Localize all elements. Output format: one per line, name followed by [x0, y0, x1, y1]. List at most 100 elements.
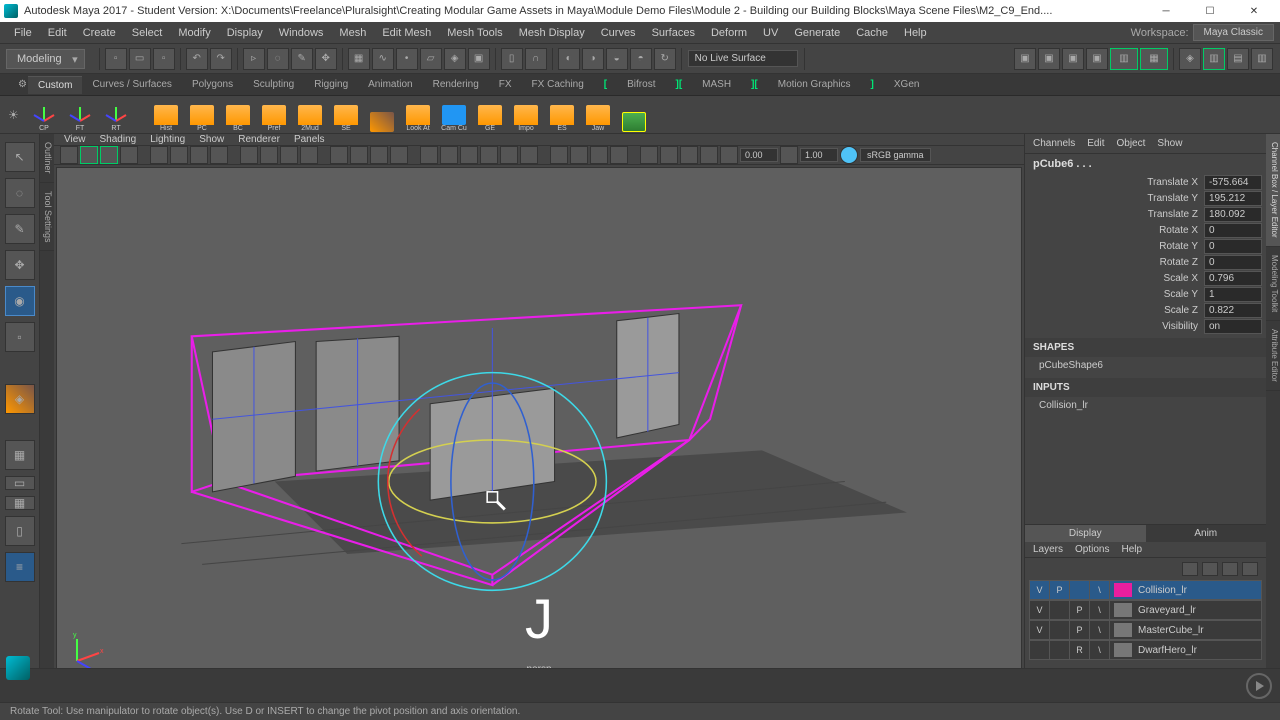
select-tool[interactable]: ↖	[5, 142, 35, 172]
shelf-item[interactable]: Hist	[149, 98, 183, 132]
shelf-tab-custom[interactable]: Custom	[28, 76, 82, 94]
lasso-icon[interactable]: ◌	[267, 48, 289, 70]
vp-menu-panels[interactable]: Panels	[294, 134, 325, 145]
paint-tool[interactable]: ✎	[5, 214, 35, 244]
vp-tool-icon[interactable]	[280, 146, 298, 164]
menu-file[interactable]: File	[6, 24, 40, 42]
shelf-item[interactable]	[617, 98, 651, 132]
vp-tool-icon[interactable]	[190, 146, 208, 164]
layer-move-down-icon[interactable]	[1202, 562, 1218, 576]
save-scene-icon[interactable]: ▫	[153, 48, 175, 70]
shelf-tab-curves[interactable]: Curves / Surfaces	[82, 76, 181, 93]
vp-tool-icon[interactable]	[100, 146, 118, 164]
magnet-icon[interactable]: ∩	[525, 48, 547, 70]
minimize-button[interactable]: ─	[1144, 0, 1188, 22]
outliner-tab[interactable]: Outliner	[40, 134, 54, 183]
shelf-tab-fx[interactable]: FX	[489, 76, 522, 93]
sym-y-icon[interactable]: ◑	[582, 48, 604, 70]
input-name[interactable]: Collision_lr	[1025, 397, 1266, 414]
vp-tool-icon[interactable]	[460, 146, 478, 164]
layout-four-icon[interactable]: ▦	[5, 496, 35, 510]
toolkit-icon[interactable]: ▥	[1203, 48, 1225, 70]
menu-cache[interactable]: Cache	[848, 24, 896, 42]
vp-tool-icon[interactable]	[610, 146, 628, 164]
shelf-item[interactable]: ES	[545, 98, 579, 132]
menu-edit[interactable]: Edit	[40, 24, 75, 42]
live-surface-field[interactable]: No Live Surface	[688, 50, 798, 67]
view-cube-icon[interactable]: ▦	[5, 440, 35, 470]
menu-mesh[interactable]: Mesh	[331, 24, 374, 42]
account-icon[interactable]: ◈	[1179, 48, 1201, 70]
menu-deform[interactable]: Deform	[703, 24, 755, 42]
vp-menu-lighting[interactable]: Lighting	[150, 134, 185, 145]
shelf-item[interactable]: RT	[99, 98, 133, 132]
sym-z-icon[interactable]: ◒	[606, 48, 628, 70]
snap-point-icon[interactable]: •	[396, 48, 418, 70]
shelf-tab-mash[interactable]: MASH	[692, 76, 741, 93]
snap-view-icon[interactable]: ▣	[468, 48, 490, 70]
vp-tool-icon[interactable]	[150, 146, 168, 164]
menu-meshtools[interactable]: Mesh Tools	[439, 24, 510, 42]
channel-box-icon[interactable]: ▥	[1251, 48, 1273, 70]
shelf-item[interactable]: Pref	[257, 98, 291, 132]
menu-modify[interactable]: Modify	[170, 24, 218, 42]
layer-new-selected-icon[interactable]	[1242, 562, 1258, 576]
shelf-tab-fxcaching[interactable]: FX Caching	[522, 76, 594, 93]
workspace-selector[interactable]: Maya Classic	[1193, 24, 1274, 41]
shelf-item[interactable]: 2Mud	[293, 98, 327, 132]
vp-tool-icon[interactable]	[390, 146, 408, 164]
snap-curve-icon[interactable]: ∿	[372, 48, 394, 70]
redo-icon[interactable]: ↷	[210, 48, 232, 70]
panel-layout-icon[interactable]: ▥	[1110, 48, 1138, 70]
open-scene-icon[interactable]: ▭	[129, 48, 151, 70]
menu-uv[interactable]: UV	[755, 24, 786, 42]
vp-menu-view[interactable]: View	[64, 134, 86, 145]
vp-tool-icon[interactable]	[500, 146, 518, 164]
channel-value[interactable]: 195.212	[1204, 191, 1262, 206]
shelf-item[interactable]: Cam Cu	[437, 98, 471, 132]
vp-tool-icon[interactable]	[330, 146, 348, 164]
shelf-item[interactable]	[365, 98, 399, 132]
layer-menu-options[interactable]: Options	[1075, 544, 1109, 555]
new-scene-icon[interactable]: ▫	[105, 48, 127, 70]
channel-value[interactable]: 0.822	[1204, 303, 1262, 318]
layer-row[interactable]: R\DwarfHero_lr	[1029, 640, 1262, 660]
menu-help[interactable]: Help	[896, 24, 935, 42]
maximize-button[interactable]: ☐	[1188, 0, 1232, 22]
right-tab-attribute[interactable]: Attribute Editor	[1266, 321, 1280, 391]
history-icon[interactable]: ↻	[654, 48, 676, 70]
vp-tool-icon[interactable]	[700, 146, 718, 164]
vp-menu-renderer[interactable]: Renderer	[238, 134, 280, 145]
outliner-toggle-icon[interactable]: ≡	[5, 552, 35, 582]
vp-gamma-field[interactable]: 1.00	[800, 148, 838, 162]
vp-menu-shading[interactable]: Shading	[100, 134, 137, 145]
attribute-editor-icon[interactable]: ▤	[1227, 48, 1249, 70]
vp-exposure-field[interactable]: 0.00	[740, 148, 778, 162]
channel-value[interactable]: 180.092	[1204, 207, 1262, 222]
vp-tool-icon[interactable]	[590, 146, 608, 164]
panel-layout2-icon[interactable]: ▦	[1140, 48, 1168, 70]
menu-meshdisplay[interactable]: Mesh Display	[511, 24, 593, 42]
selected-object-name[interactable]: pCube6 . . .	[1025, 154, 1266, 174]
ch-menu-channels[interactable]: Channels	[1033, 138, 1075, 149]
vp-tool-icon[interactable]	[780, 146, 798, 164]
shelf-item[interactable]: Look At	[401, 98, 435, 132]
sym-x-icon[interactable]: ◐	[558, 48, 580, 70]
shelf-item[interactable]: GE	[473, 98, 507, 132]
vp-tool-icon[interactable]	[210, 146, 228, 164]
layer-menu-help[interactable]: Help	[1121, 544, 1142, 555]
shelf-tab-rigging[interactable]: Rigging	[304, 76, 358, 93]
vp-tool-icon[interactable]	[300, 146, 318, 164]
vp-tool-icon[interactable]	[660, 146, 678, 164]
shelf-item[interactable]: Jaw	[581, 98, 615, 132]
vp-tool-icon[interactable]	[170, 146, 188, 164]
channel-value[interactable]: on	[1204, 319, 1262, 334]
vp-tool-icon[interactable]	[520, 146, 538, 164]
right-tab-channelbox[interactable]: Channel Box / Layer Editor	[1266, 134, 1280, 247]
last-tool[interactable]: ◈	[5, 384, 35, 414]
ch-menu-object[interactable]: Object	[1117, 138, 1146, 149]
rotate-tool[interactable]: ◉	[5, 286, 35, 316]
layout-toggle-icon[interactable]: ▯	[5, 516, 35, 546]
snap-plane-icon[interactable]: ▱	[420, 48, 442, 70]
vp-tool-icon[interactable]	[420, 146, 438, 164]
